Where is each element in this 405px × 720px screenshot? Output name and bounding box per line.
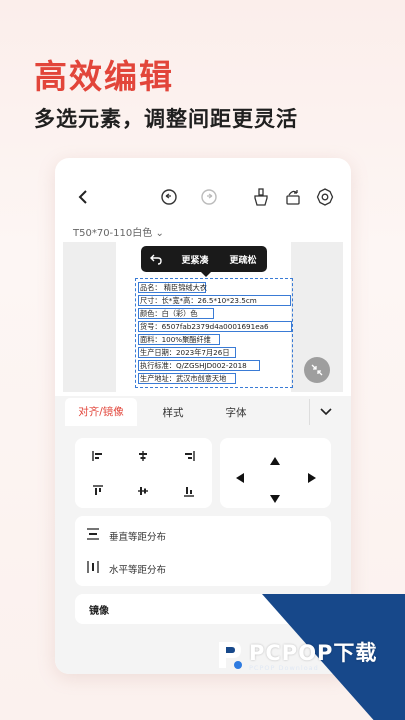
arrow-left-icon[interactable] <box>236 468 244 487</box>
redo-icon[interactable] <box>198 186 220 208</box>
tab-style[interactable]: 样式 <box>137 405 209 420</box>
align-top-icon[interactable] <box>75 473 121 508</box>
settings-gear-icon[interactable] <box>314 186 336 208</box>
arrow-up-icon[interactable] <box>270 450 280 469</box>
align-card <box>75 438 212 508</box>
spacing-popover: 更紧凑 更疏松 <box>141 246 267 277</box>
headline: 高效编辑 <box>34 57 174 96</box>
tighter-button[interactable]: 更紧凑 <box>171 253 219 266</box>
label-line[interactable]: 生产日期：2023年7月26日 <box>138 347 236 358</box>
template-size-label[interactable]: T50*70-110白色 ⌄ <box>73 224 164 239</box>
selection-box[interactable]: 品名： 精臣锦绒大衣 尺寸：长*宽*高：26.5*10*23.5cm 颜色：白（… <box>135 278 293 388</box>
distribute-vertical-button[interactable]: 垂直等距分布 <box>87 528 166 543</box>
label-line[interactable]: 生产地址：武汉市创意天地 <box>138 373 236 384</box>
tab-font[interactable]: 字体 <box>209 405 263 420</box>
label-line[interactable]: 尺寸：长*宽*高：26.5*10*23.5cm <box>138 295 291 306</box>
looser-button[interactable]: 更疏松 <box>219 253 267 266</box>
mirror-label: 镜像 <box>89 606 109 617</box>
rotate-icon[interactable] <box>282 186 304 208</box>
label-line[interactable]: 品名： 精臣锦绒大衣 <box>138 282 207 293</box>
distribute-horizontal-icon <box>87 561 99 576</box>
watermark-title: PCPOP下载 <box>249 641 378 665</box>
distribute-vertical-icon <box>87 528 99 543</box>
subheadline: 多选元素，调整间距更灵活 <box>34 107 298 131</box>
distribute-card: 垂直等距分布 水平等距分布 <box>75 516 331 586</box>
label-line[interactable]: 颜色：白（彩）色 <box>138 308 214 319</box>
editor-toolbar <box>55 186 351 216</box>
watermark-logo: PCPOP下载 PCPOP Download <box>215 638 377 676</box>
collapse-icon[interactable] <box>304 357 330 383</box>
watermark-subtitle: PCPOP Download <box>249 664 319 672</box>
tab-align-mirror[interactable]: 对齐/镜像 <box>65 398 137 426</box>
align-center-horizontal-icon[interactable] <box>121 438 167 473</box>
back-icon[interactable] <box>73 186 95 208</box>
align-bottom-icon[interactable] <box>166 473 212 508</box>
distribute-vertical-label: 垂直等距分布 <box>109 531 167 543</box>
move-dpad <box>220 438 331 508</box>
pcpop-logo-icon <box>215 638 245 676</box>
undo-icon[interactable] <box>158 186 180 208</box>
popover-undo-icon[interactable] <box>141 253 171 265</box>
arrow-right-icon[interactable] <box>308 468 316 487</box>
label-line[interactable]: 面料：100%聚酯纤维 <box>138 334 220 345</box>
align-right-icon[interactable] <box>166 438 212 473</box>
tab-bar: 对齐/镜像 样式 字体 <box>65 398 341 426</box>
label-line[interactable]: 货号：6507fab2379d4a0001691ea6 <box>138 321 292 332</box>
collapse-panel-chevron-icon[interactable] <box>309 399 341 425</box>
brush-icon[interactable] <box>250 186 272 208</box>
label-line[interactable]: 执行标准：Q/ZGSHJD002-2018 <box>138 360 260 371</box>
align-center-vertical-icon[interactable] <box>121 473 167 508</box>
align-left-icon[interactable] <box>75 438 121 473</box>
distribute-horizontal-label: 水平等距分布 <box>109 564 167 576</box>
chevron-down-icon: ⌄ <box>152 228 164 239</box>
arrow-down-icon[interactable] <box>270 488 280 507</box>
distribute-horizontal-button[interactable]: 水平等距分布 <box>87 561 166 576</box>
